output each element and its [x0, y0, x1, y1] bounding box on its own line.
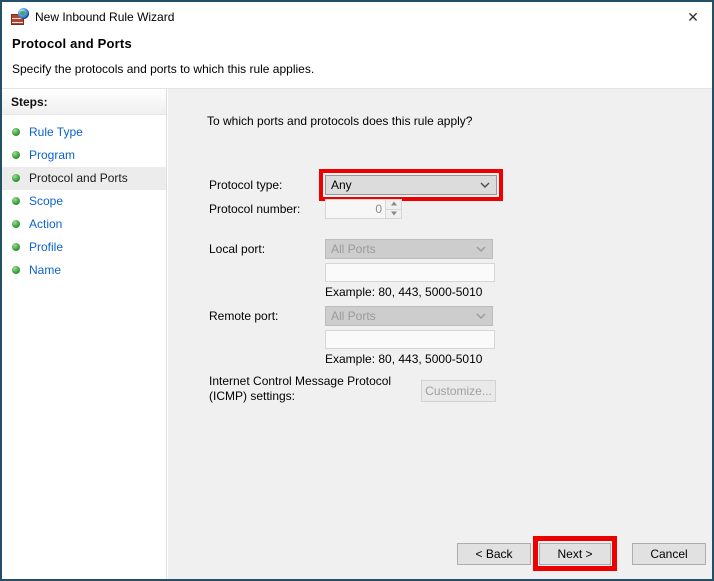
remote-port-input — [325, 330, 495, 349]
window-title: New Inbound Rule Wizard — [35, 10, 175, 24]
green-bullet-icon — [12, 174, 20, 182]
spinner-buttons — [385, 200, 401, 218]
protocol-number-label: Protocol number: — [209, 202, 301, 216]
green-bullet-icon — [12, 128, 20, 136]
icmp-label-line1: Internet Control Message Protocol — [209, 374, 392, 388]
green-bullet-icon — [12, 243, 20, 251]
green-bullet-icon — [12, 220, 20, 228]
wizard-window: New Inbound Rule Wizard ✕ Protocol and P… — [0, 0, 714, 581]
triangle-down-icon — [390, 211, 397, 218]
page-subtitle: Specify the protocols and ports to which… — [12, 62, 315, 76]
step-label: Action — [29, 217, 63, 231]
chevron-down-icon — [476, 246, 486, 252]
protocol-type-label: Protocol type: — [209, 178, 283, 192]
question-text: To which ports and protocols does this r… — [207, 114, 473, 128]
protocol-number-spinner: 0 — [325, 199, 402, 219]
sidebar-step-name[interactable]: Name — [2, 259, 166, 282]
local-port-label: Local port: — [209, 242, 266, 256]
remote-port-example: Example: 80, 443, 5000-5010 — [325, 352, 483, 366]
page-title: Protocol and Ports — [12, 36, 132, 51]
protocol-number-value: 0 — [375, 202, 382, 216]
main-panel: To which ports and protocols does this r… — [168, 89, 712, 579]
step-label: Rule Type — [29, 125, 83, 139]
spinner-down-button — [386, 208, 401, 218]
step-label: Profile — [29, 240, 64, 254]
step-label: Protocol and Ports — [29, 171, 128, 185]
next-button[interactable]: Next > — [539, 543, 611, 565]
local-port-input — [325, 263, 495, 282]
sidebar-step-profile[interactable]: Profile — [2, 236, 166, 259]
protocol-type-value: Any — [331, 178, 352, 192]
green-bullet-icon — [12, 151, 20, 159]
sidebar-step-action[interactable]: Action — [2, 213, 166, 236]
remote-port-value: All Ports — [331, 309, 376, 323]
spinner-up-button — [386, 200, 401, 209]
firewall-app-icon — [11, 8, 29, 26]
sidebar-step-program[interactable]: Program — [2, 144, 166, 167]
close-button[interactable]: ✕ — [683, 7, 703, 27]
cancel-button[interactable]: Cancel — [632, 543, 706, 565]
icmp-label-line2: (ICMP) settings: — [209, 389, 296, 403]
local-port-example: Example: 80, 443, 5000-5010 — [325, 285, 483, 299]
customize-button: Customize... — [421, 380, 496, 402]
chevron-down-icon — [480, 182, 490, 188]
sidebar-step-scope[interactable]: Scope — [2, 190, 166, 213]
step-label: Name — [29, 263, 62, 277]
remote-port-dropdown: All Ports — [325, 306, 493, 326]
icmp-label: Internet Control Message Protocol (ICMP)… — [209, 374, 391, 404]
step-label: Scope — [29, 194, 64, 208]
globe-icon — [18, 8, 29, 19]
close-icon: ✕ — [687, 9, 699, 25]
step-label: Program — [29, 148, 76, 162]
sidebar-step-protocol-and-ports[interactable]: Protocol and Ports — [2, 167, 166, 190]
local-port-dropdown: All Ports — [325, 239, 493, 259]
triangle-up-icon — [390, 199, 397, 206]
title-bar: New Inbound Rule Wizard ✕ — [2, 2, 712, 32]
green-bullet-icon — [12, 266, 20, 274]
steps-sidebar: Steps: Rule Type Program Protocol and Port… — [2, 89, 167, 579]
remote-port-label: Remote port: — [209, 309, 279, 323]
chevron-down-icon — [476, 313, 486, 319]
green-bullet-icon — [12, 197, 20, 205]
protocol-type-dropdown[interactable]: Any — [325, 175, 497, 195]
local-port-value: All Ports — [331, 242, 376, 256]
back-button[interactable]: < Back — [457, 543, 531, 565]
sidebar-step-rule-type[interactable]: Rule Type — [2, 121, 166, 144]
steps-header: Steps: — [2, 89, 166, 115]
steps-list: Rule Type Program Protocol and Ports Scope A… — [2, 121, 166, 282]
